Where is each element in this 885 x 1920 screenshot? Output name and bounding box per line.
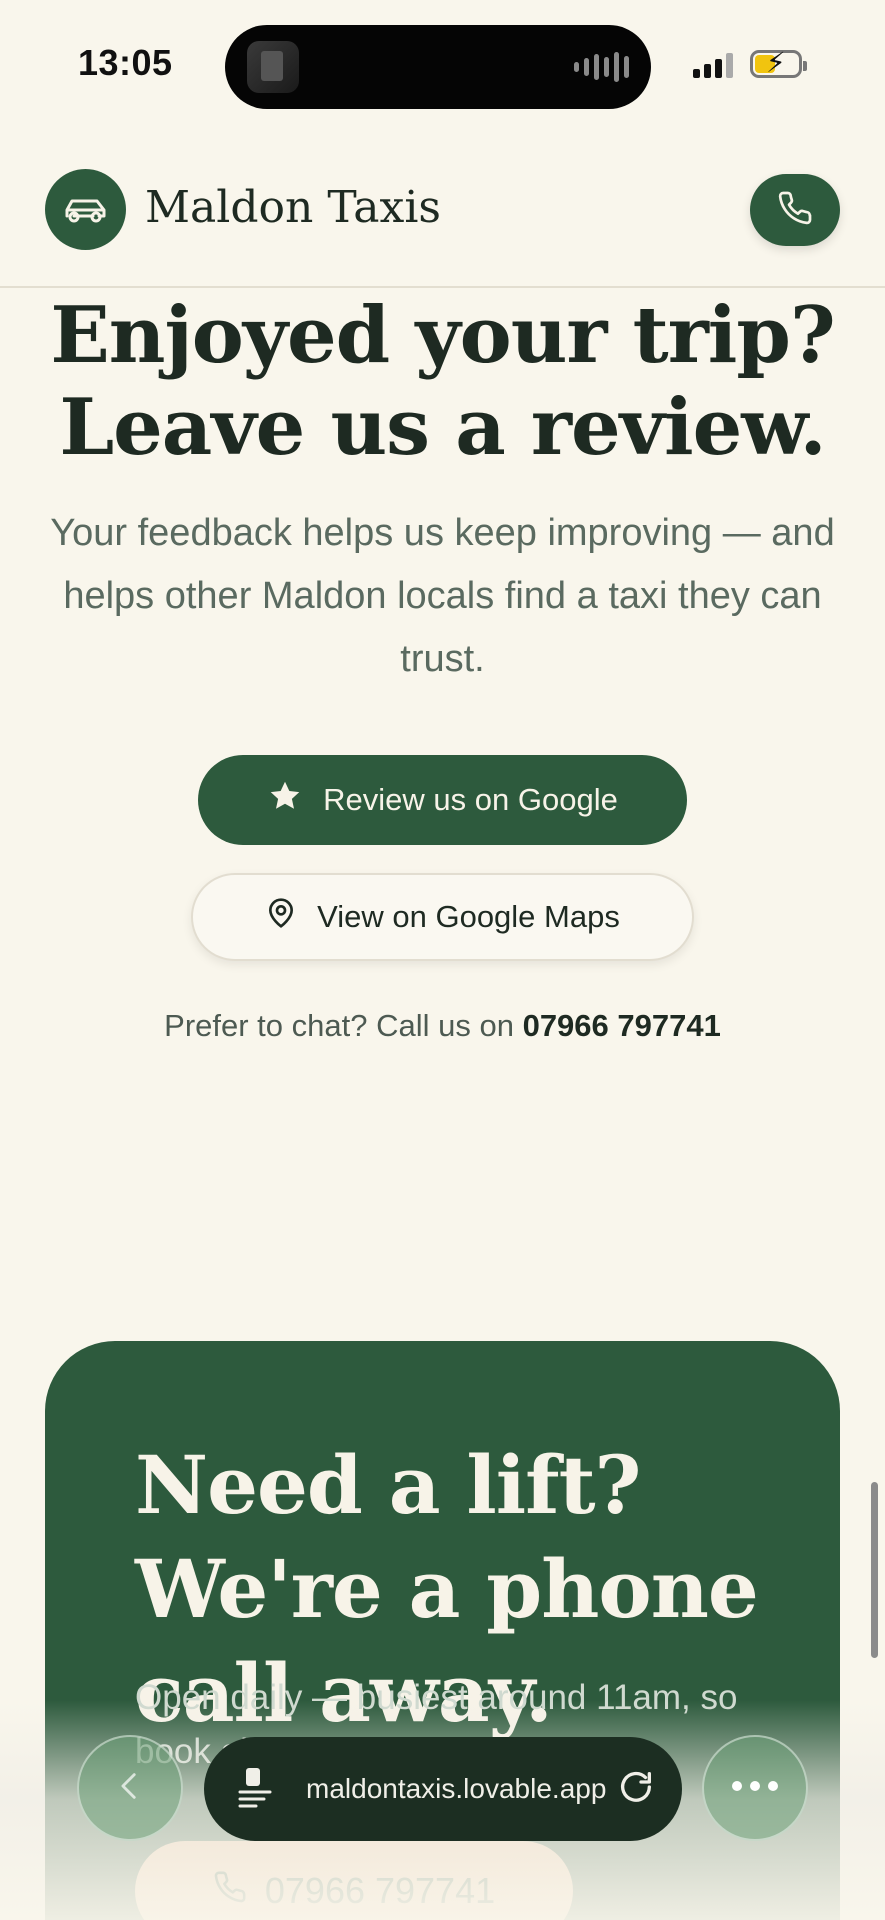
page-menu-icon[interactable] — [236, 1764, 276, 1815]
dynamic-island — [225, 25, 651, 109]
map-pin-icon — [265, 897, 297, 937]
headline-line-2: Leave us a review. — [59, 382, 826, 473]
review-button-label: Review us on Google — [323, 782, 618, 817]
view-on-maps-button[interactable]: View on Google Maps — [191, 873, 694, 961]
address-bar[interactable]: maldontaxis.lovable.app — [204, 1737, 682, 1841]
call-us-prefix: Prefer to chat? Call us on — [164, 1008, 514, 1043]
review-subtext: Your feedback helps us keep improving — … — [50, 512, 835, 680]
header-call-button[interactable] — [750, 174, 840, 246]
phone-number-link[interactable]: 07966 797741 — [523, 1008, 721, 1043]
brand-name[interactable]: Maldon Taxis — [145, 182, 441, 233]
review-headline: Enjoyed your trip? Leave us a review. — [0, 290, 885, 474]
maps-button-label: View on Google Maps — [317, 899, 620, 934]
star-icon — [267, 778, 303, 822]
status-bar: 13:05 ⚡ — [0, 0, 885, 130]
call-us-line: Prefer to chat? Call us on 07966 797741 — [0, 1008, 885, 1044]
audio-waveform-icon — [574, 51, 629, 83]
cta-phone-button[interactable]: 07966 797741 — [135, 1841, 573, 1920]
phone-icon — [213, 1870, 247, 1913]
cellular-signal-icon — [693, 52, 733, 78]
phone-icon — [777, 190, 813, 231]
logo-car-icon[interactable] — [45, 169, 126, 250]
charging-bolt-icon: ⚡ — [766, 47, 786, 78]
url-text[interactable]: maldontaxis.lovable.app — [306, 1773, 616, 1805]
browser-back-button[interactable] — [77, 1735, 183, 1841]
chevron-left-icon — [113, 1766, 147, 1811]
headline-line-1: Enjoyed your trip? — [50, 290, 835, 381]
page-scrollbar[interactable] — [871, 1482, 878, 1658]
more-dots-icon — [731, 1779, 779, 1797]
cta-phone-label: 07966 797741 — [264, 1870, 496, 1911]
now-playing-thumbnail — [247, 41, 299, 93]
reload-icon[interactable] — [616, 1767, 656, 1812]
browser-more-button[interactable] — [702, 1735, 808, 1841]
review-on-google-button[interactable]: Review us on Google — [198, 755, 687, 845]
status-time: 13:05 — [78, 42, 173, 83]
site-header: Maldon Taxis — [0, 140, 885, 288]
